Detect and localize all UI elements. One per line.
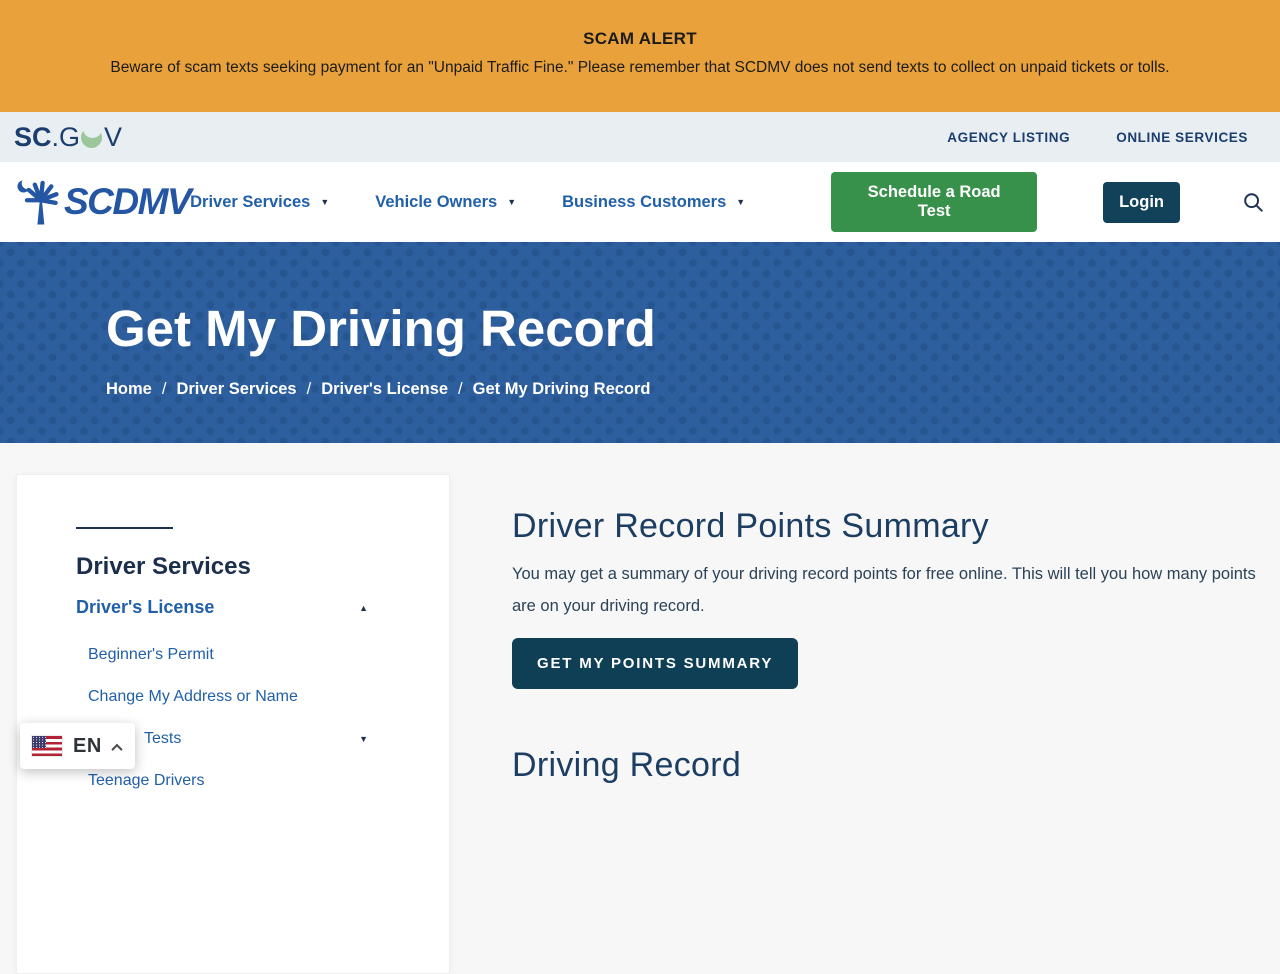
points-summary-description: You may get a summary of your driving re… [512,564,1256,615]
breadcrumb-current-page: Get My Driving Record [472,379,651,398]
sidebar-section-drivers-license[interactable]: Driver's License ▲ [76,597,425,618]
sidebar-item-change-address-name[interactable]: Change My Address or Name [76,676,425,718]
get-points-summary-button[interactable]: GET MY POINTS SUMMARY [512,637,799,689]
collapse-arrow-icon[interactable]: ▲ [359,603,368,613]
login-button[interactable]: Login [1103,181,1180,223]
nav-item-business-customers[interactable]: Business Customers ▼ [562,193,745,212]
points-summary-heading: Driver Record Points Summary [512,507,989,545]
nav-item-vehicle-owners[interactable]: Vehicle Owners ▼ [375,193,516,212]
utility-bar: SC .G V AGENCY LISTING ONLINE SERVICES [0,112,1280,162]
scam-alert-title: SCAM ALERT [583,29,697,48]
scdmv-logo-text: SCDMV [64,181,192,222]
main-nav: SCDMV Driver Services ▼ Vehicle Owners ▼ B… [0,162,1280,242]
chevron-down-icon: ▼ [736,196,746,207]
expand-arrow-icon[interactable]: ▼ [359,734,368,744]
breadcrumb-home[interactable]: Home [106,380,152,399]
utility-links: AGENCY LISTING ONLINE SERVICES [947,130,1248,145]
page-title: Get My Driving Record [106,300,656,357]
sidebar-heading: Driver Services [76,553,251,580]
schedule-road-test-button[interactable]: Schedule a Road Test [831,172,1038,232]
breadcrumb-drivers-license[interactable]: Driver's License [321,380,448,399]
scam-alert-message: Beware of scam texts seeking payment for… [110,59,1170,76]
page-hero: Get My Driving Record Home / Driver Serv… [0,242,1280,443]
search-button[interactable] [1240,189,1266,215]
nav-items: Driver Services ▼ Vehicle Owners ▼ Busines… [190,172,1266,232]
chevron-down-icon: ▼ [507,196,517,207]
scdmv-logo[interactable]: SCDMV [14,176,192,228]
nav-item-driver-services[interactable]: Driver Services ▼ [190,193,329,212]
scam-alert-banner: SCAM ALERT Beware of scam texts seeking … [0,0,1280,112]
breadcrumb-driver-services[interactable]: Driver Services [176,380,296,399]
scgov-logo-sc: SC [14,121,52,152]
language-code: EN [73,734,102,757]
driving-record-heading: Driving Record [512,745,742,784]
online-services-link[interactable]: ONLINE SERVICES [1116,130,1248,145]
sidebar-sublist: Beginner's Permit Change My Address or N… [76,634,425,802]
sidebar-item-beginners-permit[interactable]: Beginner's Permit [76,634,425,676]
sidebar-decorative-rule [76,527,173,529]
agency-listing-link[interactable]: AGENCY LISTING [947,130,1070,145]
breadcrumb-separator: / [161,379,167,398]
breadcrumb-separator: / [458,379,463,398]
main-content: Driver Record Points Summary You may get… [512,474,1257,786]
scgov-logo-v: V [104,121,123,152]
breadcrumb-separator: / [306,379,312,398]
search-icon [1242,191,1264,213]
scgov-logo-dot-g: .G [51,121,81,152]
breadcrumb: Home / Driver Services / Driver's Licens… [106,380,1280,399]
chevron-up-icon [111,743,123,756]
us-flag-icon [31,735,63,757]
scgov-logo[interactable]: SC .G V [14,119,123,152]
content-area: Driver Services Driver's License ▲ Begin… [0,443,1280,974]
language-selector[interactable]: EN [20,723,135,769]
crescent-moon-icon [81,119,103,148]
palmetto-tree-icon [14,176,66,228]
chevron-down-icon: ▼ [320,196,330,207]
